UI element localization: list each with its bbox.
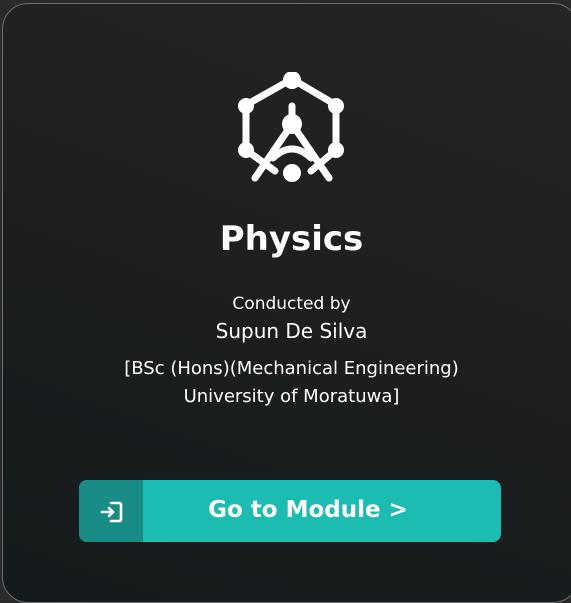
subject-title: Physics xyxy=(219,219,364,259)
conducted-by-label: Conducted by xyxy=(232,294,351,314)
teacher-qualification-line-2: University of Moratuwa] xyxy=(183,386,400,407)
teacher-name: Supun De Silva xyxy=(215,319,368,343)
go-to-module-label[interactable]: Go to Module > xyxy=(143,480,501,542)
module-card: Physics Conducted by Supun De Silva [BSc… xyxy=(2,3,571,603)
go-to-module-icon-box[interactable] xyxy=(79,480,143,542)
go-to-module-button[interactable]: Go to Module > xyxy=(79,480,501,542)
sign-in-icon xyxy=(100,501,123,523)
physics-atom-icon xyxy=(235,71,351,190)
teacher-qualification-line-1: [BSc (Hons)(Mechanical Engineering) xyxy=(124,358,459,379)
